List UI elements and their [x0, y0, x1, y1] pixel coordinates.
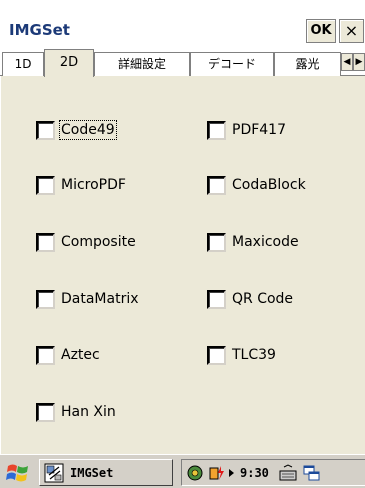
checkbox[interactable]: [36, 232, 55, 252]
checkbox[interactable]: [36, 120, 55, 140]
window-title: IMGSet: [9, 21, 70, 39]
tab-scroll-right-icon[interactable]: ▶: [353, 53, 365, 71]
close-button[interactable]: ×: [339, 19, 364, 43]
battery-power-icon[interactable]: [208, 464, 226, 482]
ok-button[interactable]: OK: [306, 19, 336, 43]
option-qr-code[interactable]: QR Code: [207, 288, 293, 310]
keyboard-icon[interactable]: [279, 463, 297, 482]
checkbox-label: QR Code: [232, 291, 294, 307]
tab-scroll-arrows: ◀ ▶: [341, 53, 365, 71]
option-code49[interactable]: Code49: [36, 119, 117, 141]
option-maxicode[interactable]: Maxicode: [207, 231, 299, 253]
checkbox-label: Han Xin: [61, 404, 116, 420]
option-codablock[interactable]: CodaBlock: [207, 174, 306, 196]
tray-arrow-icon[interactable]: [228, 464, 236, 482]
option-composite[interactable]: Composite: [36, 231, 136, 253]
option-aztec[interactable]: Aztec: [36, 344, 100, 366]
title-bar: IMGSet OK ×: [0, 0, 365, 49]
checkbox-label: MicroPDF: [61, 177, 126, 193]
tab-strip: 1D 2D 詳細設定 デコード 露光 ◀ ▶: [0, 49, 365, 77]
checkbox[interactable]: [207, 175, 226, 195]
system-tray: 9:30: [181, 459, 365, 486]
checkbox-label: Maxicode: [232, 234, 299, 250]
option-han-xin[interactable]: Han Xin: [36, 401, 116, 423]
checkbox-label: PDF417: [232, 122, 286, 138]
checkbox[interactable]: [36, 289, 55, 309]
option-micropdf[interactable]: MicroPDF: [36, 174, 126, 196]
checkbox-label: CodaBlock: [232, 177, 306, 193]
option-datamatrix[interactable]: DataMatrix: [36, 288, 139, 310]
clock[interactable]: 9:30: [240, 466, 269, 480]
task-button-imgset[interactable]: IMGSet: [39, 459, 173, 486]
option-pdf417[interactable]: PDF417: [207, 119, 286, 141]
checkbox[interactable]: [207, 120, 226, 140]
windows-start-icon[interactable]: [4, 461, 32, 485]
checkbox[interactable]: [36, 345, 55, 365]
tab-2d[interactable]: 2D: [44, 49, 94, 77]
tab-scroll-left-icon[interactable]: ◀: [341, 53, 353, 71]
checkbox-label: Code49: [59, 120, 117, 140]
checkbox[interactable]: [207, 345, 226, 365]
checkbox[interactable]: [36, 402, 55, 422]
checkbox-label: TLC39: [232, 347, 276, 363]
window-switch-icon[interactable]: [303, 464, 321, 482]
tab-1d[interactable]: 1D: [2, 52, 44, 76]
tab-exposure[interactable]: 露光: [274, 52, 341, 76]
checkbox[interactable]: [207, 289, 226, 309]
imgset-app-icon: [44, 463, 64, 482]
tab-detail-settings[interactable]: 詳細設定: [94, 52, 190, 76]
tab-decode[interactable]: デコード: [190, 52, 274, 76]
option-tlc39[interactable]: TLC39: [207, 344, 276, 366]
task-button-label: IMGSet: [70, 465, 114, 480]
taskbar: IMGSet 9:30: [0, 454, 365, 488]
checkbox-label: Aztec: [61, 347, 100, 363]
network-icon[interactable]: [186, 464, 204, 482]
checkbox-label: Composite: [61, 234, 136, 250]
checkbox[interactable]: [36, 175, 55, 195]
tab-panel-2d: Code49 PDF417 MicroPDF CodaBlock Composi…: [0, 76, 365, 454]
checkbox-label: DataMatrix: [61, 291, 139, 307]
checkbox[interactable]: [207, 232, 226, 252]
